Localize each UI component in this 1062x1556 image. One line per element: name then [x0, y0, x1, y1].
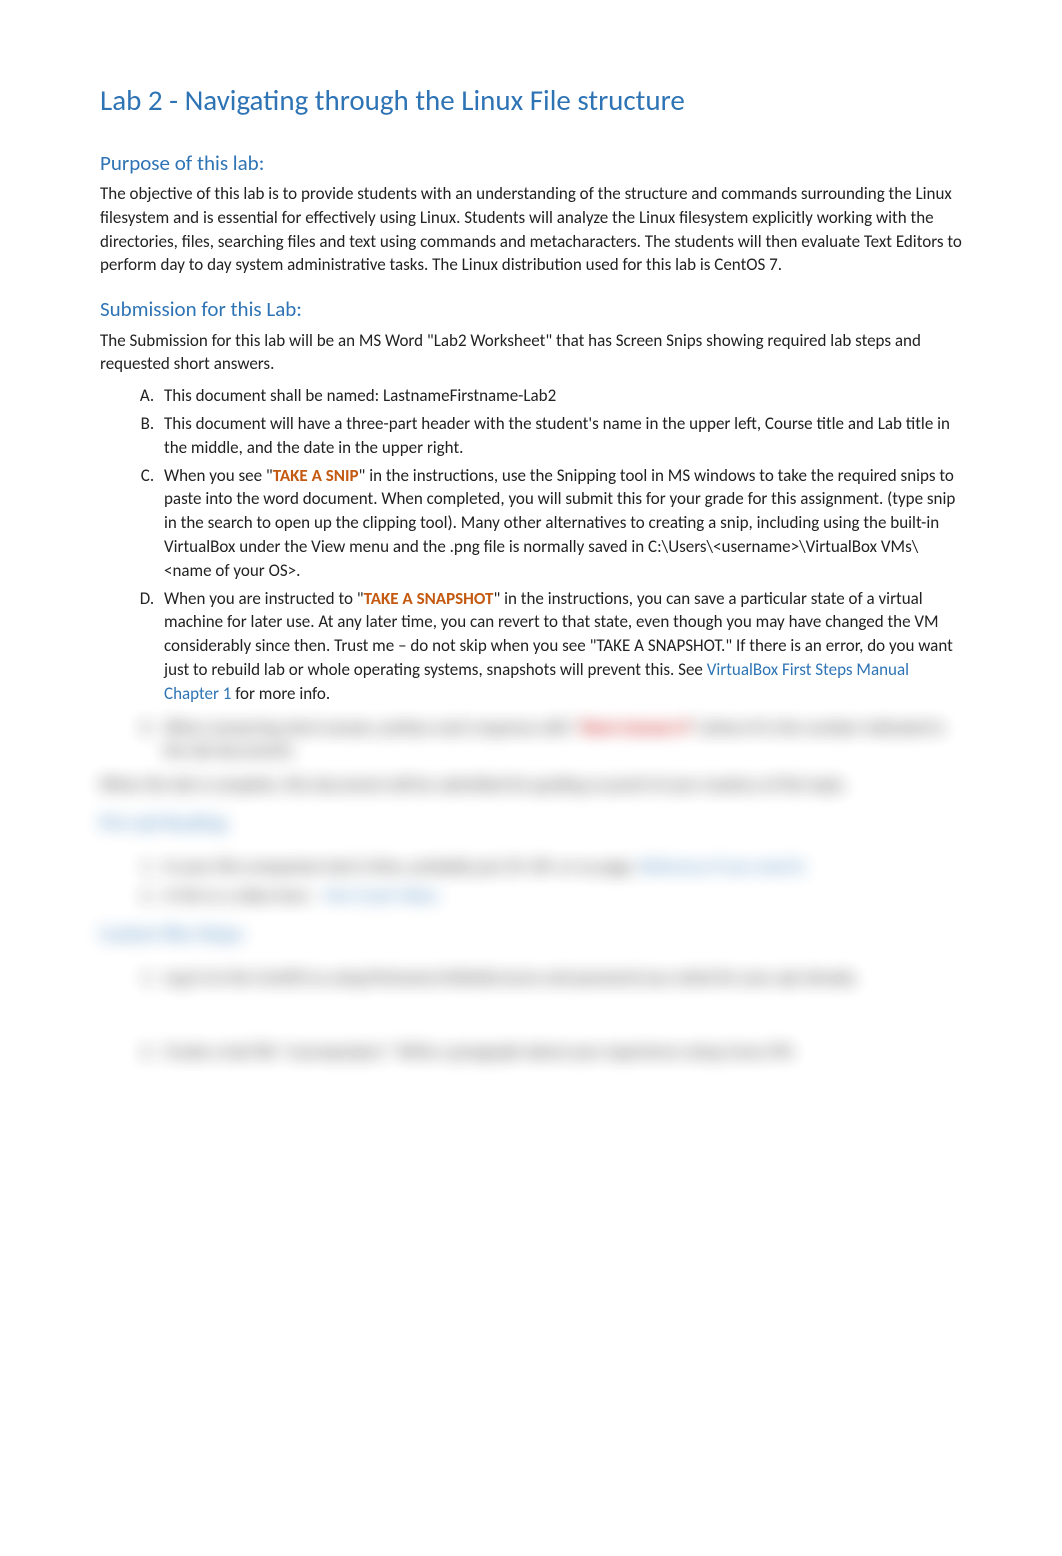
take-a-snip-label: TAKE A SNIP — [273, 465, 359, 486]
text: A Vim is a video here – — [164, 885, 325, 906]
prelab-item-2: A Vim is a video here – Vim Crash Video — [158, 884, 962, 908]
purpose-text: The objective of this lab is to provide … — [100, 182, 962, 277]
reference-link[interactable]: Reference if you need it. — [640, 856, 808, 877]
submission-item-d: When you are instructed to "TAKE A SNAPS… — [158, 587, 962, 706]
submission-intro: The Submission for this lab will be an M… — [100, 329, 962, 377]
short-answer-label: Short Answer # — [581, 717, 689, 738]
submission-item-b: This document will have a three-part hea… — [158, 412, 962, 460]
take-a-snapshot-label: TAKE A SNAPSHOT — [364, 588, 494, 609]
vim-video-link[interactable]: Vim Crash Video — [325, 885, 438, 906]
custom-step-1: Log-in to the CentOS as using firstname/… — [158, 966, 962, 990]
summary-text: When the lab is complete, this document … — [100, 773, 962, 797]
blurred-content: When answering short answer, preface eac… — [100, 716, 962, 1065]
prelab-heading: Pre-Lab Reading: — [100, 811, 962, 838]
submission-item-a: This document shall be named: LastnameFi… — [158, 384, 962, 408]
purpose-heading: Purpose of this lab: — [100, 149, 962, 178]
submission-heading: Submission for this Lab: — [100, 295, 962, 324]
text: In your this companion text is time, pro… — [164, 856, 640, 877]
text: for more info. — [231, 683, 330, 704]
custom-heading: Custom files Steps: — [100, 922, 962, 949]
submission-item-e: When answering short answer, preface eac… — [158, 716, 962, 764]
prelab-item-1: In your this companion text is time, pro… — [158, 855, 962, 879]
page-title: Lab 2 - Navigating through the Linux Fil… — [100, 80, 962, 121]
submission-list: This document shall be named: LastnameFi… — [100, 384, 962, 705]
text: When answering short answer, preface eac… — [164, 717, 581, 738]
text: When you see " — [164, 465, 273, 486]
text: When you are instructed to " — [164, 588, 364, 609]
submission-item-c: When you see "TAKE A SNIP" in the instru… — [158, 464, 962, 583]
custom-step-2: Create a text file "courseproject." Writ… — [158, 1040, 962, 1064]
